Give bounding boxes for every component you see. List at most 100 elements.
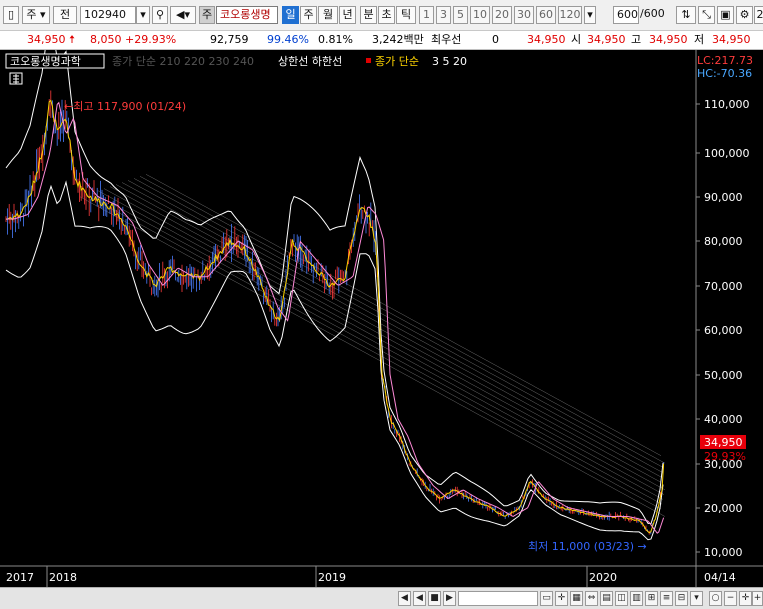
ma3-line: [5, 99, 665, 534]
scroll-back-icon[interactable]: ◀: [413, 591, 426, 606]
up-arrow-icon: 🠅: [69, 33, 76, 46]
speaker-icon[interactable]: ◀▾: [170, 6, 196, 24]
interval-20-button[interactable]: 20: [492, 6, 512, 24]
current-price: 34,950: [27, 33, 66, 46]
interval-3-button[interactable]: 3: [436, 6, 451, 24]
interval-60-button[interactable]: 60: [536, 6, 556, 24]
list-icon[interactable]: ≡: [660, 591, 673, 606]
min-price-label: 최저 11,000 (03/23) →: [528, 540, 647, 553]
price-tick-label: 50,000: [704, 369, 743, 382]
best-quote-value: 0: [492, 33, 499, 46]
scroll-forward-icon[interactable]: ▶: [443, 591, 456, 606]
market-select-label: 주: [26, 8, 37, 21]
range-select[interactable]: 전: [53, 6, 77, 24]
time-axis-label: 2018: [49, 571, 77, 584]
price-axis-labels: 110,000 100,000 90,000 80,000 70,000 60,…: [704, 98, 750, 559]
crosshair-icon[interactable]: ✛: [555, 591, 568, 606]
save-icon[interactable]: ▣: [717, 6, 734, 24]
date-cursor-label: 04/14: [704, 571, 736, 584]
price-tick-label: 80,000: [704, 235, 743, 248]
interval-10-button[interactable]: 10: [470, 6, 490, 24]
stop-icon[interactable]: ■: [428, 591, 441, 606]
price-chart[interactable]: 110,000 100,000 90,000 80,000 70,000 60,…: [0, 18, 763, 587]
toolbar: ▯ 주 ▾ 전 102940 ▾ ⚲ ◀▾ 주 코오롱생명 일 주 월 년 분 …: [0, 0, 763, 31]
chevron-down-icon[interactable]: ▾: [136, 6, 150, 24]
interval-1-button[interactable]: 1: [419, 6, 434, 24]
zoom-select-icon[interactable]: ▭: [540, 591, 553, 606]
gear-icon[interactable]: ⚙: [736, 6, 753, 24]
interval-30-button[interactable]: 30: [514, 6, 534, 24]
interval-5-button[interactable]: 5: [453, 6, 468, 24]
scroll-first-icon[interactable]: ◀: [398, 591, 411, 606]
chevron-down-icon: ▾: [40, 8, 46, 21]
chart-type-icon[interactable]: ▯: [3, 6, 19, 24]
period-minute-button[interactable]: 분: [360, 6, 377, 24]
upper-limit-line: [5, 18, 664, 525]
price-tick-label: 10,000: [704, 546, 743, 559]
period-yearly-button[interactable]: 년: [339, 6, 356, 24]
price-tick-label: 40,000: [704, 413, 743, 426]
volume-ratio: 99.46%: [267, 33, 309, 46]
stock-title: 코오롱생명과학: [10, 55, 81, 68]
current-change-tag-text: 29.93%: [704, 450, 746, 463]
zoom-in-icon[interactable]: +: [752, 591, 763, 606]
low-label: 저: [694, 33, 705, 46]
time-axis-label: 2020: [589, 571, 617, 584]
long-ma-line: [139, 176, 666, 464]
turnover-rate: 0.81%: [318, 33, 353, 46]
legend-long-ma: 종가 단순 210 220 230 240: [112, 55, 254, 68]
volume: 92,759: [210, 33, 249, 46]
high-label: 고: [631, 33, 642, 46]
period-second-button[interactable]: 초: [378, 6, 395, 24]
search-icon[interactable]: ⚲: [152, 6, 168, 24]
legend-ma-label: 종가 단순: [375, 55, 419, 68]
chart-tools-icon[interactable]: ⤡: [698, 6, 715, 24]
price-tick-label: 100,000: [704, 147, 750, 160]
count-total: /600: [640, 7, 665, 20]
range-select-label: 전: [59, 8, 71, 21]
long-ma-line: [103, 188, 665, 495]
chevron-down-icon[interactable]: ▾: [584, 6, 596, 24]
pan-icon[interactable]: ⇔: [585, 591, 598, 606]
market-select[interactable]: 주 ▾: [22, 6, 50, 24]
options-icon[interactable]: ▾: [690, 591, 703, 606]
scroll-icon[interactable]: ✛: [739, 591, 752, 606]
open-price: 34,950: [587, 33, 626, 46]
trade-amount: 3,242백만: [372, 33, 424, 46]
period-weekly-button[interactable]: 주: [300, 6, 317, 24]
grid-icon[interactable]: ▤: [600, 591, 613, 606]
zoom-box-icon[interactable]: ▦: [570, 591, 583, 606]
zoom-reset-icon[interactable]: ○: [709, 591, 722, 606]
max-price-label: ←최고 117,900 (01/24): [64, 100, 186, 113]
lc-value: LC:217.73: [697, 54, 753, 67]
layout-icon[interactable]: ▥: [630, 591, 643, 606]
right-label[interactable]: 2: [754, 6, 763, 24]
split-icon[interactable]: ⊟: [675, 591, 688, 606]
stock-name: 코오롱생명: [216, 6, 278, 24]
legend-limits: 상한선 하한선: [278, 54, 342, 68]
price-tick-label: 90,000: [704, 191, 743, 204]
price-change-percent: +29.93%: [125, 33, 177, 46]
time-axis-label: 2019: [318, 571, 346, 584]
long-ma-line: [109, 186, 666, 491]
best-quote-label: 최우선: [431, 33, 462, 46]
interval-120-button[interactable]: 120: [558, 6, 582, 24]
long-ma-line: [85, 194, 662, 510]
low-price: 34,950: [712, 33, 751, 46]
time-scrollbar[interactable]: [458, 591, 538, 606]
price-tick-marks: [696, 103, 700, 553]
indicator-icon[interactable]: ⇅: [676, 6, 696, 24]
candlesticks: [5, 90, 664, 535]
stock-code-input[interactable]: 102940: [80, 6, 136, 24]
compare-icon[interactable]: ◫: [615, 591, 628, 606]
period-tick-button[interactable]: 틱: [396, 6, 416, 24]
tiles-icon[interactable]: ⊞: [645, 591, 658, 606]
zoom-out-icon[interactable]: −: [724, 591, 737, 606]
long-ma-line: [79, 196, 666, 517]
price-chart-canvas[interactable]: 110,000 100,000 90,000 80,000 70,000 60,…: [0, 18, 763, 587]
open-label: 시: [571, 33, 582, 46]
count-input[interactable]: 600: [613, 6, 639, 24]
period-monthly-button[interactable]: 월: [318, 6, 338, 24]
period-daily-button[interactable]: 일: [282, 6, 299, 24]
time-axis-label: 2017: [6, 571, 34, 584]
